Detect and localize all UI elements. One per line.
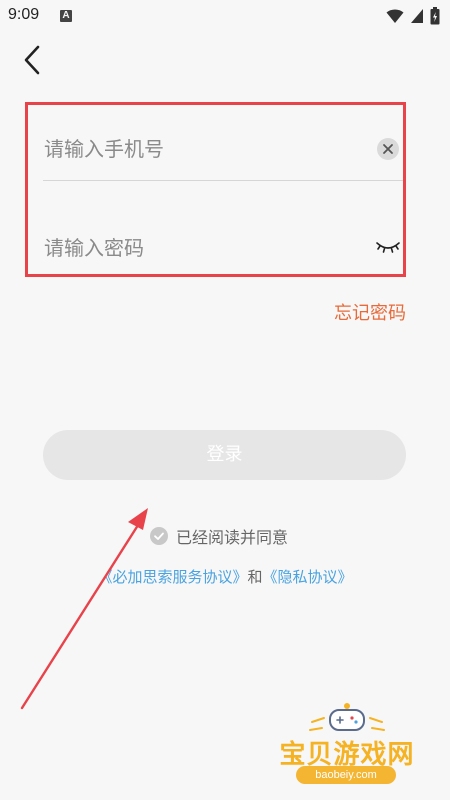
check-circle-icon: [154, 532, 164, 540]
highlight-frame: [25, 102, 406, 277]
back-button[interactable]: [16, 42, 52, 78]
battery-icon: [430, 7, 440, 25]
wifi-icon: [386, 9, 404, 23]
chevron-left-icon: [24, 45, 40, 75]
terms-row: 《必加思索服务协议》和《隐私协议》: [0, 566, 450, 587]
notification-a-icon: A: [60, 10, 72, 22]
status-bar: 9:09 A: [0, 0, 450, 32]
signal-icon: [411, 9, 423, 23]
service-agreement-link[interactable]: 《必加思索服务协议》: [97, 568, 247, 586]
privacy-agreement-link[interactable]: 《隐私协议》: [263, 568, 353, 586]
status-time: 9:09: [8, 6, 40, 23]
forgot-password-link[interactable]: 忘记密码: [334, 299, 406, 325]
status-icons: [386, 7, 440, 25]
agreement-row: 已经阅读并同意: [150, 524, 288, 548]
agreement-text: 已经阅读并同意: [176, 528, 289, 547]
agree-checkbox[interactable]: [150, 527, 168, 545]
watermark-logo: 宝贝游戏网 baobeiy.com: [272, 700, 422, 790]
login-button[interactable]: 登录: [43, 430, 406, 480]
terms-connector: 和: [247, 568, 263, 586]
watermark-url: baobeiy.com: [296, 766, 396, 784]
